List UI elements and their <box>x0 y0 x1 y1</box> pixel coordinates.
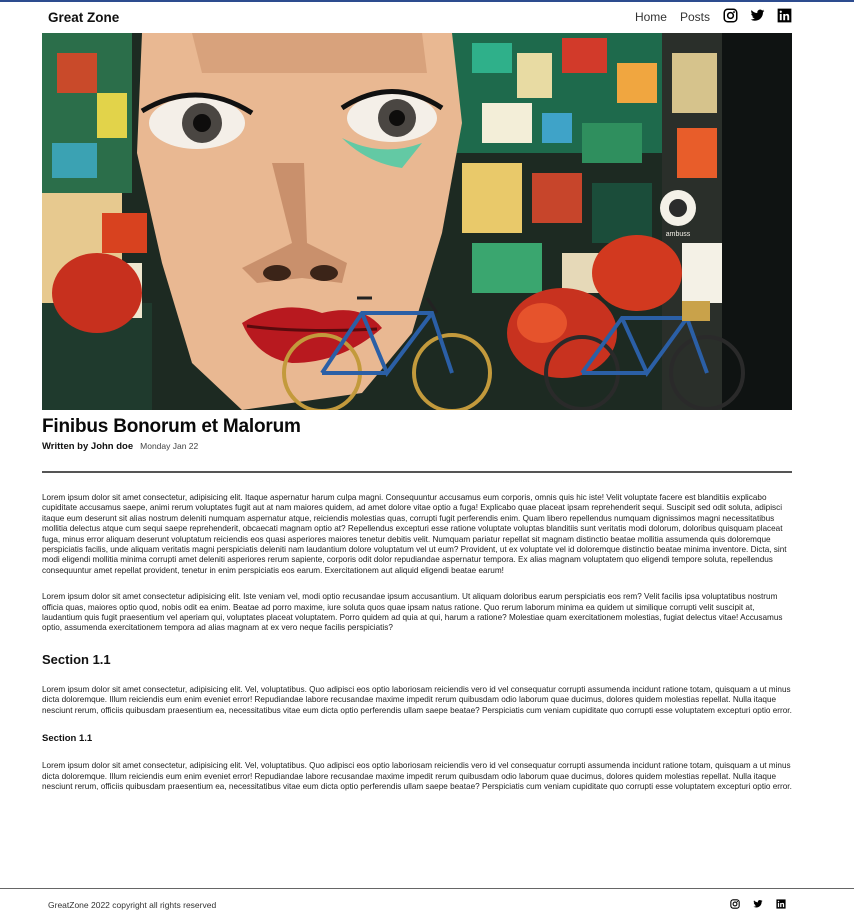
nav-link-posts[interactable]: Posts <box>680 10 710 24</box>
post-date: Monday Jan 22 <box>140 441 199 451</box>
brand-logo[interactable]: Great Zone <box>48 10 119 25</box>
paragraph-2: Lorem ipsum dolor sit amet consectetur a… <box>42 592 783 633</box>
post-content: Lorem ipsum dolor sit amet consectetur, … <box>42 493 792 792</box>
subsection-heading: Section 1.1 <box>42 733 93 745</box>
paragraph-4: Lorem ipsum dolor sit amet consectetur, … <box>42 761 792 791</box>
twitter-icon[interactable] <box>753 899 763 909</box>
twitter-icon[interactable] <box>750 8 765 23</box>
post-meta: Written by John doe Monday Jan 22 <box>42 441 198 452</box>
footer: GreatZone 2022 copyright all rights rese… <box>0 889 854 916</box>
section-heading: Section 1.1 <box>42 651 111 667</box>
title-divider <box>42 471 792 473</box>
post-author: Written by John doe <box>42 441 134 452</box>
instagram-icon[interactable] <box>723 8 738 23</box>
paragraph-3: Lorem ipsum dolor sit amet consectetur, … <box>42 684 792 715</box>
footer-social-icons <box>717 899 786 909</box>
nav-links: Home Posts <box>635 7 792 24</box>
hero-image: ambuss <box>42 33 792 410</box>
nav-link-home[interactable]: Home <box>635 10 667 24</box>
linkedin-icon[interactable] <box>777 8 792 23</box>
paragraph-1: Lorem ipsum dolor sit amet consectetur, … <box>42 493 787 575</box>
navbar: Great Zone Home Posts <box>0 2 854 33</box>
svg-text:ambuss: ambuss <box>666 231 691 238</box>
linkedin-icon[interactable] <box>776 899 786 909</box>
instagram-icon[interactable] <box>730 899 740 909</box>
copyright-text: GreatZone 2022 copyright all rights rese… <box>48 900 217 910</box>
post-title: Finibus Bonorum et Malorum <box>42 416 301 437</box>
